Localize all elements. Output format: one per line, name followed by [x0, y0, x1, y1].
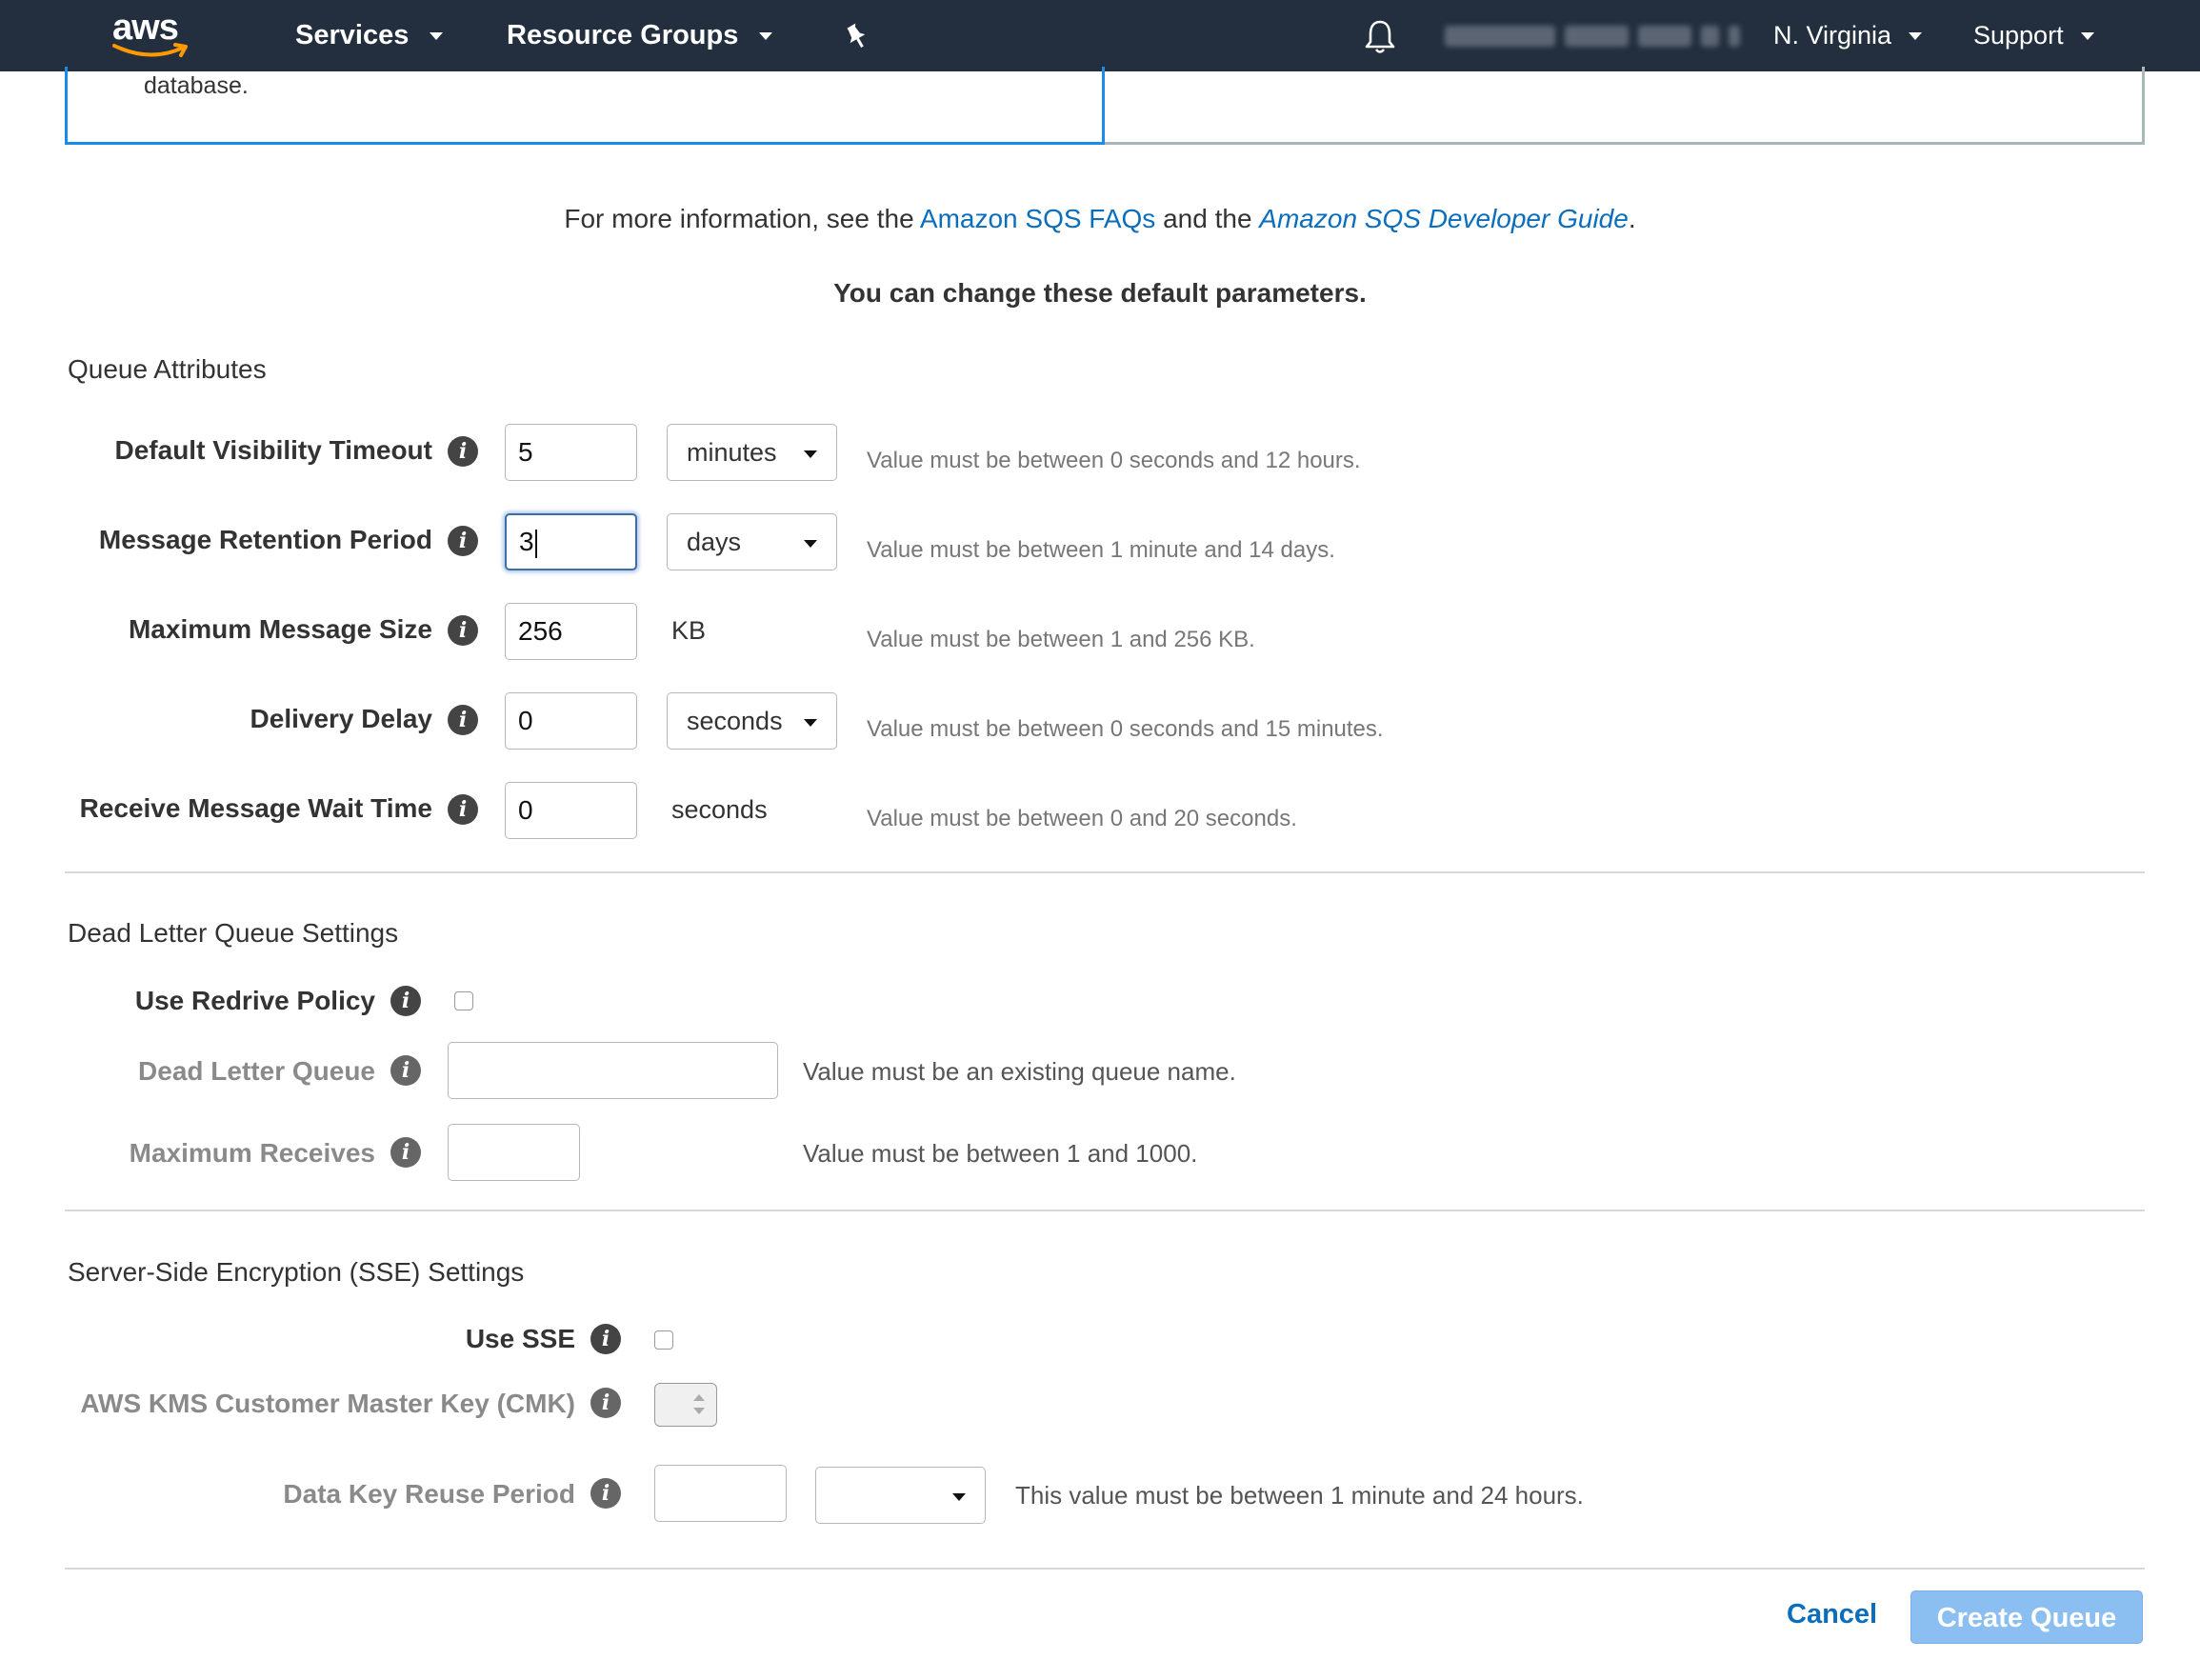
maximum-receives-input[interactable]	[448, 1124, 580, 1181]
info-icon[interactable]: i	[448, 615, 478, 646]
region-menu[interactable]: N. Virginia	[1773, 0, 1923, 71]
receive-wait-time-label: Receive Message Wait Time	[79, 793, 432, 823]
retention-period-input[interactable]: 3	[505, 513, 637, 570]
info-icon[interactable]: i	[590, 1478, 621, 1509]
info-icon[interactable]: i	[590, 1324, 621, 1354]
cmk-select[interactable]	[654, 1383, 717, 1427]
visibility-timeout-unit-select[interactable]: minutes	[667, 424, 837, 481]
resource-groups-menu[interactable]: Resource Groups	[507, 0, 773, 71]
support-label: Support	[1973, 21, 2064, 50]
info-icon[interactable]: i	[590, 1388, 621, 1418]
visibility-timeout-hint: Value must be between 0 seconds and 12 h…	[867, 448, 1361, 473]
fifo-queue-tile[interactable]	[1105, 67, 2145, 145]
sqs-developer-guide-link[interactable]: Amazon SQS Developer Guide	[1259, 204, 1629, 233]
delivery-delay-unit-select[interactable]: seconds	[667, 692, 837, 750]
cmk-label: AWS KMS Customer Master Key (CMK)	[80, 1389, 575, 1418]
default-parameters-note: You can change these default parameters.	[833, 278, 1367, 308]
visibility-timeout-label: Default Visibility Timeout	[114, 435, 432, 465]
retention-period-hint: Value must be between 1 minute and 14 da…	[867, 537, 1335, 563]
retention-period-unit-select[interactable]: days	[667, 513, 837, 570]
info-icon[interactable]: i	[390, 1137, 421, 1168]
section-divider	[65, 871, 2145, 873]
use-sse-checkbox[interactable]	[654, 1330, 673, 1350]
data-key-reuse-input[interactable]	[654, 1465, 787, 1522]
data-key-reuse-unit-select[interactable]	[815, 1467, 986, 1524]
services-menu[interactable]: Services	[295, 0, 444, 71]
visibility-timeout-input[interactable]: 5	[505, 424, 637, 481]
cancel-button[interactable]: Cancel	[1787, 1599, 1877, 1630]
chevron-down-icon	[430, 31, 444, 40]
info-icon[interactable]: i	[448, 705, 478, 735]
create-queue-button[interactable]: Create Queue	[1910, 1590, 2143, 1644]
chevron-down-icon	[804, 450, 817, 458]
sqs-faq-link[interactable]: Amazon SQS FAQs	[920, 204, 1155, 233]
max-message-size-hint: Value must be between 1 and 256 KB.	[867, 627, 1255, 652]
section-divider	[65, 1568, 2145, 1570]
maximum-receives-label: Maximum Receives	[129, 1138, 375, 1168]
maximum-receives-hint: Value must be between 1 and 1000.	[803, 1139, 1198, 1168]
max-message-size-unit: KB	[671, 616, 707, 645]
info-icon[interactable]: i	[448, 436, 478, 467]
aws-logo-text: aws	[112, 7, 179, 48]
tile-description: database.	[144, 72, 249, 99]
max-message-size-label: Maximum Message Size	[128, 614, 432, 644]
bell-icon[interactable]	[1364, 0, 1396, 71]
support-menu[interactable]: Support	[1973, 0, 2094, 71]
chevron-down-icon	[2080, 31, 2094, 40]
dead-letter-queue-label: Dead Letter Queue	[138, 1056, 375, 1086]
services-label: Services	[295, 20, 410, 50]
use-redrive-policy-label: Use Redrive Policy	[134, 986, 375, 1015]
chevron-down-icon	[804, 719, 817, 727]
data-key-reuse-hint: This value must be between 1 minute and …	[1015, 1481, 1584, 1510]
info-icon[interactable]: i	[448, 794, 478, 825]
receive-wait-time-input[interactable]: 0	[505, 782, 637, 839]
resource-groups-label: Resource Groups	[507, 20, 739, 50]
delivery-delay-hint: Value must be between 0 seconds and 15 m…	[867, 716, 1384, 742]
sse-settings-title: Server-Side Encryption (SSE) Settings	[68, 1257, 525, 1287]
use-sse-label: Use SSE	[465, 1324, 575, 1353]
account-menu-obscured[interactable]	[1445, 0, 1740, 71]
info-icon[interactable]: i	[448, 526, 478, 556]
retention-period-label: Message Retention Period	[98, 525, 432, 554]
dlq-settings-title: Dead Letter Queue Settings	[68, 918, 399, 948]
receive-wait-time-hint: Value must be between 0 and 20 seconds.	[867, 806, 1297, 831]
info-icon[interactable]: i	[390, 1055, 421, 1086]
data-key-reuse-label: Data Key Reuse Period	[283, 1479, 575, 1509]
aws-logo[interactable]: aws	[112, 0, 194, 71]
chevron-down-icon	[759, 31, 773, 40]
delivery-delay-label: Delivery Delay	[250, 704, 432, 733]
use-redrive-policy-checkbox[interactable]	[454, 991, 473, 1010]
max-message-size-input[interactable]: 256	[505, 603, 637, 660]
top-navigation-bar: aws Services Resource Groups N. Virginia…	[0, 0, 2200, 71]
region-label: N. Virginia	[1773, 21, 1892, 50]
arrow-up-icon	[693, 1394, 705, 1401]
info-icon[interactable]: i	[390, 986, 421, 1016]
pin-icon[interactable]	[842, 0, 870, 71]
delivery-delay-input[interactable]: 0	[505, 692, 637, 750]
receive-wait-time-unit: seconds	[671, 795, 768, 824]
chevron-down-icon	[804, 540, 817, 548]
dead-letter-queue-input[interactable]	[448, 1042, 778, 1099]
arrow-down-icon	[693, 1408, 705, 1414]
dead-letter-queue-hint: Value must be an existing queue name.	[803, 1057, 1236, 1086]
aws-smile-icon	[112, 42, 188, 57]
more-info-text: For more information, see the Amazon SQS…	[564, 204, 1636, 233]
queue-attributes-title: Queue Attributes	[68, 354, 267, 384]
section-divider	[65, 1210, 2145, 1211]
chevron-down-icon	[952, 1493, 966, 1501]
chevron-down-icon	[1909, 31, 1923, 40]
